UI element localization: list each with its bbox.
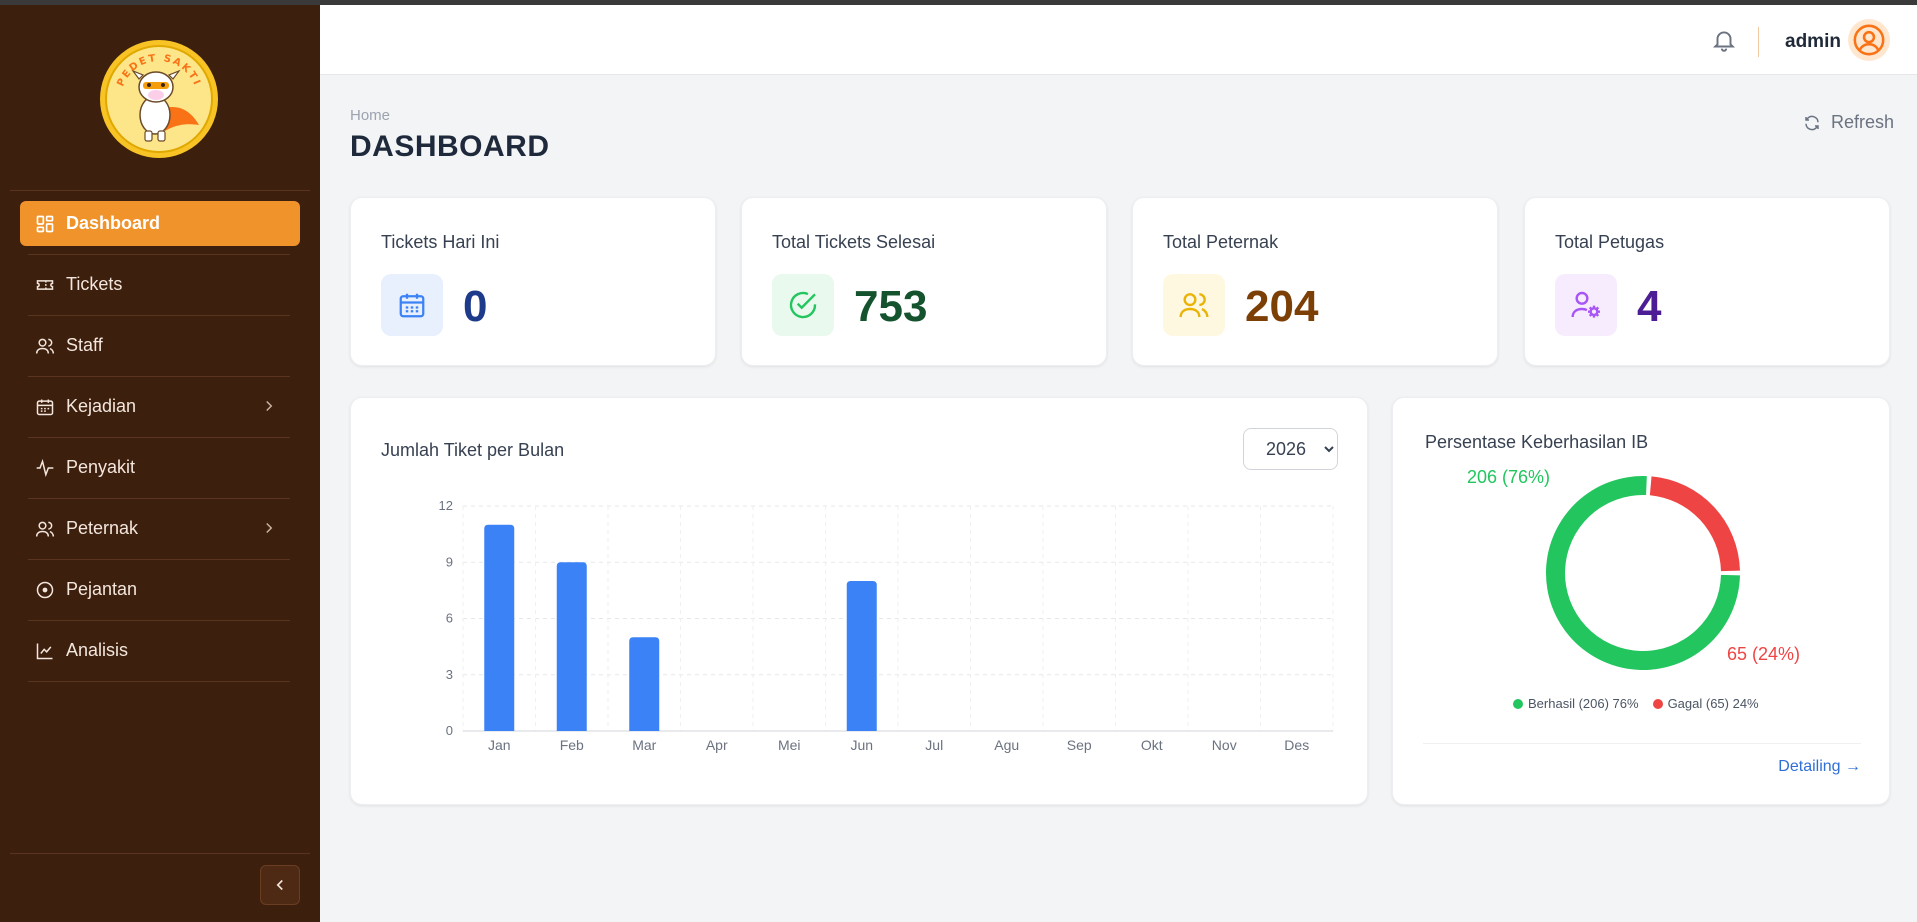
- legend-label: Gagal (65) 24%: [1667, 696, 1759, 711]
- brand-logo[interactable]: PEDET SAKTI: [99, 39, 219, 159]
- divider: [10, 853, 310, 854]
- refresh-label: Refresh: [1831, 112, 1895, 132]
- slice-gagal: [1649, 476, 1740, 572]
- stat-label: Tickets Hari Ini: [381, 232, 500, 252]
- sidebar-item-staff[interactable]: Staff: [20, 323, 300, 377]
- sidebar: PEDET SAKTI Dashboard Tickets Staff Keja…: [0, 5, 320, 922]
- username[interactable]: admin: [1785, 31, 1841, 53]
- chevron-right-icon: [266, 522, 273, 534]
- dashboard-icon: [34, 213, 56, 235]
- user-circle-icon: [1853, 24, 1885, 56]
- breadcrumb[interactable]: Home: [350, 107, 390, 124]
- bar-chart-card: Jumlah Tiket per Bulan 2026 0 3 6 9 12 Jan Feb…: [350, 397, 1368, 805]
- legend-item-berhasil[interactable]: Berhasil (206) 76%: [1513, 696, 1639, 711]
- stat-card-petugas: Total Petugas 4: [1524, 197, 1890, 366]
- x-tick-label: Jun: [850, 737, 873, 753]
- stat-value: 753: [854, 282, 928, 331]
- page-title: DASHBOARD: [350, 130, 550, 163]
- x-tick-label: Jul: [925, 737, 943, 753]
- x-tick-label: Mei: [778, 737, 801, 753]
- y-tick-label: 3: [446, 667, 453, 682]
- donut-chart: 206 (76%) 65 (24%): [1467, 467, 1800, 670]
- sidebar-item-pejantan[interactable]: Pejantan: [20, 567, 300, 621]
- legend-label: Berhasil (206) 76%: [1528, 696, 1639, 711]
- chart-legend: Berhasil (206) 76% Gagal (65) 24%: [1513, 696, 1773, 711]
- y-tick-label: 0: [446, 723, 453, 738]
- ticket-icon: [34, 274, 56, 296]
- bar-jun: [846, 581, 877, 731]
- stat-card-tickets-today: Tickets Hari Ini 0: [350, 197, 716, 366]
- data-label-gagal: 65 (24%): [1727, 644, 1800, 664]
- stat-value: 204: [1245, 282, 1319, 331]
- stat-value: 0: [463, 282, 488, 331]
- sidebar-item-dashboard[interactable]: Dashboard: [20, 201, 300, 255]
- bar-chart: 0 3 6 9 12 Jan Feb Mar Apr Mei Jun Jul Agu Sep Okt Nov D…: [439, 498, 1334, 753]
- legend-swatch: [1513, 698, 1523, 709]
- sidebar-item-label: Pejantan: [66, 579, 138, 599]
- x-tick-label: Apr: [706, 737, 728, 753]
- sidebar-item-kejadian[interactable]: Kejadian: [20, 384, 300, 438]
- stat-card-tickets-done: Total Tickets Selesai 753: [741, 197, 1107, 366]
- sidebar-item-label: Analisis: [66, 640, 129, 660]
- sidebar-item-label: Kejadian: [66, 396, 137, 416]
- sidebar-item-peternak[interactable]: Peternak: [20, 506, 300, 560]
- divider: [1423, 743, 1861, 744]
- user-cog-icon: [1555, 274, 1617, 336]
- divider: [10, 190, 310, 191]
- line-chart-icon: [34, 640, 56, 662]
- x-tick-label: Jan: [488, 737, 511, 753]
- users-icon: [1163, 274, 1225, 336]
- avatar[interactable]: [1848, 19, 1890, 61]
- sidebar-item-label: Penyakit: [66, 457, 136, 477]
- stat-label: Total Petugas: [1555, 232, 1665, 252]
- x-tick-label: Okt: [1141, 737, 1163, 753]
- users-icon: [34, 518, 56, 540]
- data-label-berhasil: 206 (76%): [1467, 467, 1550, 487]
- x-tick-label: Mar: [632, 737, 656, 753]
- stat-card-peternak: Total Peternak 204: [1132, 197, 1498, 366]
- legend-swatch: [1652, 698, 1663, 709]
- bar-mar: [629, 637, 660, 731]
- chevron-right-icon: [266, 400, 273, 412]
- x-tick-label: Sep: [1067, 737, 1092, 753]
- cow-mascot-logo: PEDET SAKTI: [100, 40, 218, 158]
- refresh-button[interactable]: Refresh: [1803, 112, 1894, 133]
- x-tick-label: Agu: [994, 737, 1019, 753]
- detailing-link[interactable]: Detailing →: [1778, 758, 1861, 776]
- y-tick-label: 12: [439, 498, 453, 513]
- bar-feb: [556, 562, 587, 731]
- target-icon: [34, 579, 56, 601]
- collapse-sidebar-button[interactable]: [260, 865, 300, 905]
- x-tick-label: Nov: [1212, 737, 1237, 753]
- legend-item-gagal[interactable]: Gagal (65) 24%: [1652, 696, 1759, 711]
- activity-icon: [34, 457, 56, 479]
- sidebar-item-penyakit[interactable]: Penyakit: [20, 445, 300, 499]
- calendar-icon: [34, 396, 56, 418]
- divider: [1758, 27, 1759, 57]
- x-tick-label: Feb: [560, 737, 584, 753]
- y-tick-label: 6: [446, 611, 453, 626]
- chevron-left-icon: [276, 879, 283, 891]
- x-tick-label: Des: [1284, 737, 1309, 753]
- stat-label: Total Tickets Selesai: [772, 232, 936, 252]
- stat-value: 4: [1637, 282, 1662, 331]
- sidebar-item-label: Staff: [66, 335, 103, 355]
- refresh-icon: [1805, 115, 1819, 130]
- donut-chart-card: Persentase Keberhasilan IB 206 (76%) 65 (…: [1392, 397, 1890, 805]
- users-icon: [34, 335, 56, 357]
- bar-jan: [484, 524, 515, 731]
- sidebar-item-analisis[interactable]: Analisis: [20, 628, 300, 682]
- sidebar-item-label: Dashboard: [66, 213, 161, 233]
- sidebar-item-label: Peternak: [66, 518, 139, 538]
- y-tick-label: 9: [446, 554, 453, 569]
- calendar-icon: [381, 274, 443, 336]
- bell-icon[interactable]: [1711, 27, 1737, 53]
- sidebar-item-tickets[interactable]: Tickets: [20, 262, 300, 316]
- top-header: admin: [320, 5, 1917, 75]
- stat-label: Total Peternak: [1163, 232, 1279, 252]
- window-top-strip: [0, 0, 1917, 5]
- sidebar-item-label: Tickets: [66, 274, 123, 294]
- sidebar-nav: Dashboard Tickets Staff Kejadian Penyaki…: [20, 201, 300, 689]
- check-circle-icon: [772, 274, 834, 336]
